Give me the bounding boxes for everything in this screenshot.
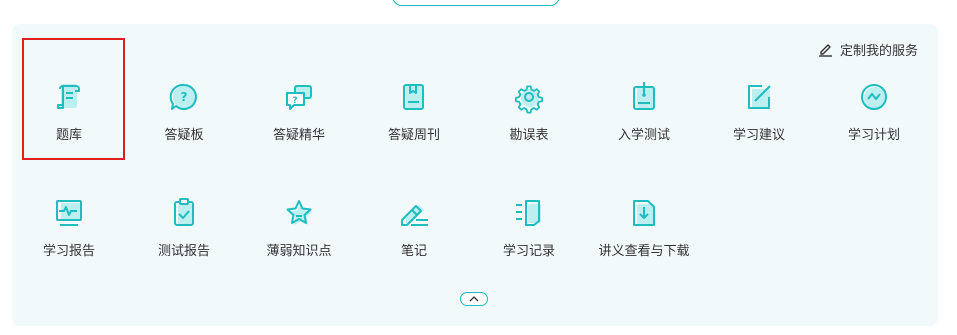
- services-row-1: 题库 ? 答疑板 ? 答疑精华 答疑周刊 勘误表 入学测试 学习建议 学习计划: [12, 80, 938, 160]
- service-label: 学习报告: [42, 243, 95, 258]
- service-item-qa-board[interactable]: ? 答疑板: [127, 80, 241, 160]
- customize-services-link[interactable]: 定制我的服务: [818, 40, 918, 59]
- record-list-icon: [512, 196, 546, 230]
- download-doc-icon: [627, 196, 661, 230]
- trend-circle-icon: [857, 80, 891, 114]
- service-item-errata[interactable]: 勘误表: [472, 80, 586, 160]
- service-item-qa-essence[interactable]: ? 答疑精华: [242, 80, 356, 160]
- chevron-up-icon: [469, 296, 479, 302]
- service-item-weak-points[interactable]: 薄弱知识点: [242, 196, 356, 276]
- service-label: 测试报告: [157, 243, 210, 258]
- edit-pencil-icon: [818, 44, 832, 57]
- service-label: 答疑周刊: [387, 127, 440, 142]
- service-label: 讲义查看与下载: [598, 243, 690, 258]
- gear-icon: [512, 80, 546, 114]
- service-item-study-advice[interactable]: 学习建议: [702, 80, 816, 160]
- service-label: 学习计划: [847, 127, 900, 142]
- service-item-study-report[interactable]: 学习报告: [12, 196, 126, 276]
- star-icon: [282, 196, 316, 230]
- service-label: 答疑精华: [272, 127, 325, 142]
- service-label: 学习建议: [732, 127, 785, 142]
- edit-square-icon: [742, 80, 776, 114]
- svg-text:?: ?: [292, 96, 297, 106]
- service-label: 答疑板: [164, 127, 204, 142]
- question-bubble-icon: ?: [167, 80, 201, 114]
- top-tab-pill[interactable]: [392, 0, 560, 6]
- customize-label: 定制我的服务: [839, 43, 918, 58]
- service-item-study-records[interactable]: 学习记录: [472, 196, 586, 276]
- service-label: 入学测试: [617, 127, 670, 142]
- pulse-monitor-icon: [52, 196, 86, 230]
- services-row-2: 学习报告 测试报告 薄弱知识点 笔记 学习记录 讲义查看与下载: [12, 196, 938, 276]
- service-label: 薄弱知识点: [266, 243, 332, 258]
- service-item-notes[interactable]: 笔记: [357, 196, 471, 276]
- bookmark-book-icon: [397, 80, 431, 114]
- selection-highlight: [22, 38, 125, 160]
- pencil-note-icon: [397, 196, 431, 230]
- service-item-entrance-test[interactable]: 入学测试: [587, 80, 701, 160]
- service-panel: 定制我的服务 题库 ? 答疑板 ? 答疑精华 答疑周刊 勘误表 入学测试 学习建…: [12, 24, 938, 326]
- clipboard-check-icon: [167, 196, 201, 230]
- service-label: 笔记: [400, 243, 427, 258]
- entrance-test-icon: [627, 80, 661, 114]
- service-item-handout-download[interactable]: 讲义查看与下载: [587, 196, 701, 276]
- service-label: 勘误表: [509, 127, 549, 142]
- svg-text:?: ?: [181, 90, 188, 104]
- service-item-study-plan[interactable]: 学习计划: [817, 80, 931, 160]
- service-item-test-report[interactable]: 测试报告: [127, 196, 241, 276]
- collapse-button[interactable]: [460, 292, 488, 306]
- service-label: 学习记录: [502, 243, 555, 258]
- chat-bubbles-icon: ?: [282, 80, 316, 114]
- service-item-qa-weekly[interactable]: 答疑周刊: [357, 80, 471, 160]
